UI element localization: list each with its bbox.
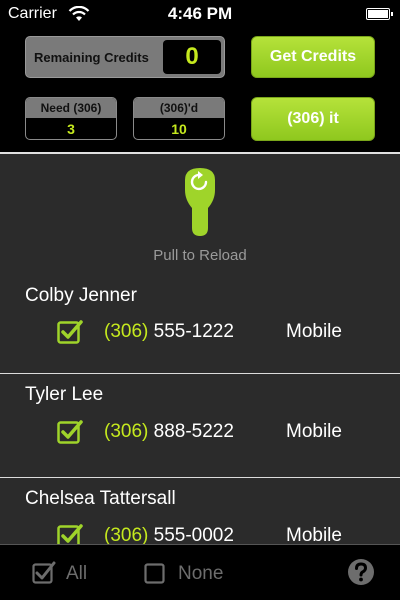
need-counter: Need (306) 3: [25, 97, 117, 140]
area-code: (306): [104, 321, 149, 342]
phone-digits: 555-1222: [153, 321, 234, 342]
called-value: 10: [171, 121, 187, 137]
pull-to-reload[interactable]: Pull to Reload: [0, 154, 400, 269]
remaining-credits-panel: Remaining Credits 0: [25, 36, 225, 78]
phone-type: Mobile: [286, 525, 342, 544]
contact-row[interactable]: Chelsea Tattersall (306) 555-0002 Mobile: [0, 477, 400, 544]
get-credits-button[interactable]: Get Credits: [251, 36, 375, 78]
phone-digits: 555-0002: [153, 525, 234, 544]
checkbox-checked-icon[interactable]: [32, 561, 56, 585]
contact-list[interactable]: Pull to Reload Colby Jenner (306) 555-12…: [0, 152, 400, 544]
area-code: (306): [104, 421, 149, 442]
checkbox-icon[interactable]: [57, 319, 83, 345]
reload-icon: [185, 168, 215, 236]
contact-row[interactable]: Colby Jenner (306) 555-1222 Mobile: [0, 269, 400, 373]
pull-to-reload-text: Pull to Reload: [153, 247, 247, 264]
phone-number[interactable]: (306) 555-1222: [104, 321, 234, 343]
phone-type: Mobile: [286, 321, 342, 342]
contact-name: Colby Jenner: [25, 285, 137, 306]
help-icon[interactable]: [346, 557, 376, 587]
remaining-credits-value: 0: [163, 40, 221, 74]
contact-row[interactable]: Tyler Lee (306) 888-5222 Mobile: [0, 373, 400, 477]
checkbox-icon[interactable]: [57, 419, 83, 445]
contact-name: Chelsea Tattersall: [25, 488, 176, 509]
remaining-credits-label: Remaining Credits: [34, 50, 149, 65]
dial-button[interactable]: (306) it: [251, 97, 375, 141]
need-label: Need (306): [26, 98, 116, 118]
credits-header: Remaining Credits 0 Get Credits Need (30…: [0, 28, 400, 152]
called-label: (306)'d: [134, 98, 224, 118]
select-none-label: None: [178, 563, 224, 584]
select-all-label: All: [66, 563, 88, 584]
bottom-toolbar: All None: [0, 544, 400, 600]
contact-name: Tyler Lee: [25, 384, 104, 405]
phone-number[interactable]: (306) 888-5222: [104, 421, 234, 443]
area-code: (306): [104, 525, 149, 544]
status-time: 4:46 PM: [167, 4, 233, 23]
battery-icon: [366, 8, 393, 20]
checkbox-empty-icon[interactable]: [144, 561, 168, 585]
checkbox-icon[interactable]: [57, 523, 83, 544]
need-value: 3: [67, 121, 75, 137]
phone-number[interactable]: (306) 555-0002: [104, 525, 234, 544]
called-counter: (306)'d 10: [133, 97, 225, 140]
phone-type: Mobile: [286, 421, 342, 442]
phone-digits: 888-5222: [153, 421, 234, 442]
status-bar: Carrier 4:46 PM: [0, 0, 400, 28]
